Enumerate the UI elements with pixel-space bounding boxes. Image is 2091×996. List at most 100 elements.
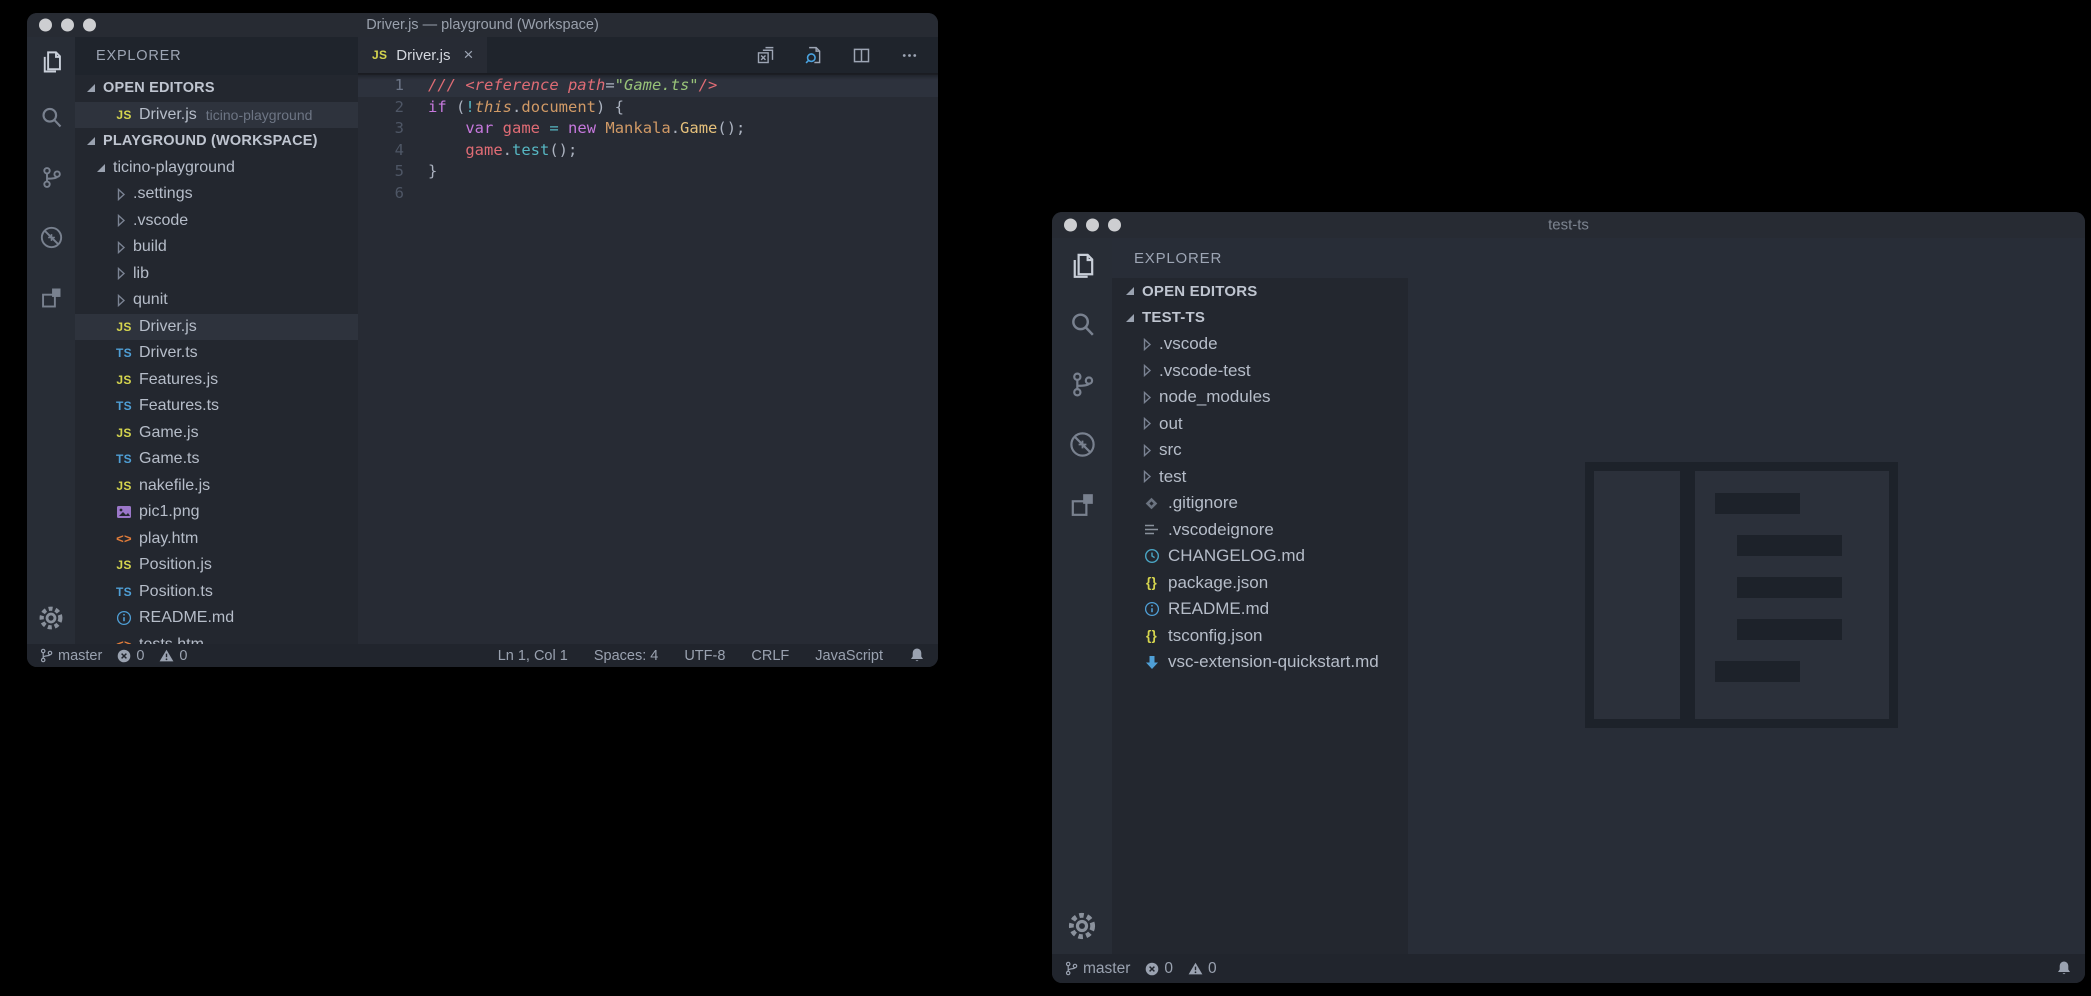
title-bar[interactable]: test-ts <box>1052 212 2085 238</box>
source-control-icon[interactable] <box>1052 354 1112 414</box>
status-ln-1-col-1[interactable]: Ln 1, Col 1 <box>498 648 568 664</box>
search-icon[interactable] <box>27 87 75 147</box>
tree-item-features-ts[interactable]: TSFeatures.ts <box>75 393 358 420</box>
tree-item-nakefile-js[interactable]: JSnakefile.js <box>75 473 358 500</box>
open-preview-search-icon[interactable] <box>803 45 824 66</box>
title-bar[interactable]: Driver.js — playground (Workspace) <box>27 13 938 37</box>
status-crlf[interactable]: CRLF <box>751 648 789 664</box>
tree-item-changelog-md[interactable]: CHANGELOG.md <box>1112 543 1408 570</box>
settings-gear-icon[interactable] <box>1052 910 1112 942</box>
line-number: 3 <box>358 118 404 140</box>
chevron-right-icon <box>1143 470 1152 483</box>
tree-item-features-js[interactable]: JSFeatures.js <box>75 367 358 394</box>
item-label: OPEN EDITORS <box>1142 283 1257 300</box>
status-error-segment[interactable]: 0 <box>117 648 144 664</box>
chevron-right-icon <box>1143 364 1152 377</box>
tree-item-game-ts[interactable]: TSGame.ts <box>75 446 358 473</box>
search-icon[interactable] <box>1052 294 1112 354</box>
quickstart-arrow-icon <box>1145 655 1159 670</box>
tree-item-node-modules[interactable]: node_modules <box>1112 384 1408 411</box>
tree-item-gitignore[interactable]: .gitignore <box>1112 490 1408 517</box>
tree-item-pic1-png[interactable]: pic1.png <box>75 499 358 526</box>
extensions-icon[interactable] <box>27 267 75 327</box>
tree-item-vscode-test[interactable]: .vscode-test <box>1112 358 1408 385</box>
item-label: out <box>1159 414 1183 434</box>
tree-item-qunit[interactable]: qunit <box>75 287 358 314</box>
debug-icon[interactable] <box>1052 414 1112 474</box>
tree-item-vsc-extension-quickstart-md[interactable]: vsc-extension-quickstart.md <box>1112 649 1408 676</box>
extensions-icon[interactable] <box>1052 474 1112 534</box>
tree-item-build[interactable]: build <box>75 234 358 261</box>
item-label: lib <box>133 265 149 283</box>
status-branch-segment[interactable]: master <box>1065 960 1130 978</box>
tree-item-readme-md[interactable]: README.md <box>75 605 358 632</box>
item-label: tests.htm <box>139 636 204 644</box>
status-error-segment[interactable]: 0 <box>1145 960 1173 978</box>
item-label: build <box>133 238 167 256</box>
tree-item-position-ts[interactable]: TSPosition.ts <box>75 579 358 606</box>
tree-item-test[interactable]: test <box>1112 464 1408 491</box>
tree-section-open-editors[interactable]: OPEN EDITORS <box>1112 278 1408 305</box>
item-label: Features.js <box>139 371 218 389</box>
status-left: master 00 <box>1065 960 1232 978</box>
tree-item-readme-md[interactable]: README.md <box>1112 596 1408 623</box>
tree-item-settings[interactable]: .settings <box>75 181 358 208</box>
status-branch-segment[interactable]: master <box>40 648 102 664</box>
tree-section-playground-workspace[interactable]: PLAYGROUND (WORKSPACE) <box>75 128 358 155</box>
settings-gear-icon[interactable] <box>27 604 75 632</box>
tree-item-ticino-playground[interactable]: ticino-playground <box>75 155 358 182</box>
item-label: .vscode-test <box>1159 361 1251 381</box>
item-label: OPEN EDITORS <box>103 80 215 96</box>
tree-item-package-json[interactable]: {}package.json <box>1112 570 1408 597</box>
close-tab-icon[interactable]: × <box>463 45 473 65</box>
js-file-icon: JS <box>116 426 131 440</box>
status-spaces-4[interactable]: Spaces: 4 <box>594 648 659 664</box>
status-label: 0 <box>179 648 187 664</box>
tree-item-src[interactable]: src <box>1112 437 1408 464</box>
status-utf-8[interactable]: UTF-8 <box>684 648 725 664</box>
tree-item-out[interactable]: out <box>1112 411 1408 438</box>
notifications-button[interactable] <box>2056 960 2072 977</box>
status-warning-segment[interactable]: 0 <box>159 648 187 664</box>
split-editor-icon[interactable] <box>851 45 872 66</box>
status-warning-segment[interactable]: 0 <box>1188 960 1217 978</box>
item-label: src <box>1159 440 1182 460</box>
git-branch-icon <box>1065 961 1078 976</box>
notifications-bell-icon <box>2056 960 2072 977</box>
tree-item-game-js[interactable]: JSGame.js <box>75 420 358 447</box>
chevron-expanded-icon <box>1126 287 1134 295</box>
tree-item-play-htm[interactable]: <>play.htm <box>75 526 358 553</box>
tree-item-tsconfig-json[interactable]: {}tsconfig.json <box>1112 623 1408 650</box>
tree-item-vscode[interactable]: .vscode <box>75 208 358 235</box>
status-right <box>2030 960 2072 977</box>
tree-section-open-editors[interactable]: OPEN EDITORS <box>75 75 358 102</box>
watermark-editor-panel <box>1695 471 1889 719</box>
tree-item-lib[interactable]: lib <box>75 261 358 288</box>
status-bar: master 00 <box>1052 954 2085 983</box>
explorer-icon[interactable] <box>1052 238 1112 294</box>
tab-driver-js[interactable]: JS Driver.js × <box>358 37 487 73</box>
tree-item-vscode[interactable]: .vscode <box>1112 331 1408 358</box>
status-javascript[interactable]: JavaScript <box>815 648 883 664</box>
source-control-icon[interactable] <box>27 147 75 207</box>
more-actions-icon[interactable] <box>899 45 920 66</box>
tree-item-vscodeignore[interactable]: .vscodeignore <box>1112 517 1408 544</box>
editor-actions <box>755 37 938 73</box>
tree-item-driver-js[interactable]: JSDriver.jsticino-playground <box>75 102 358 129</box>
explorer-sidebar: EXPLORER OPEN EDITORSTEST-TS.vscode.vsco… <box>1112 238 1408 954</box>
tree-item-tests-htm[interactable]: <>tests.htm <box>75 632 358 645</box>
tree-item-driver-js[interactable]: JSDriver.js <box>75 314 358 341</box>
explorer-icon[interactable] <box>27 37 75 87</box>
debug-icon[interactable] <box>27 207 75 267</box>
ts-file-icon: TS <box>116 399 132 413</box>
notifications-button[interactable] <box>909 647 925 664</box>
tree-section-test-ts[interactable]: TEST-TS <box>1112 305 1408 332</box>
item-label: Driver.js <box>139 318 197 336</box>
chevron-expanded-icon <box>1126 314 1134 322</box>
item-label: Driver.ts <box>139 344 198 362</box>
tree-item-position-js[interactable]: JSPosition.js <box>75 552 358 579</box>
close-all-editors-icon[interactable] <box>755 45 776 66</box>
tree-item-driver-ts[interactable]: TSDriver.ts <box>75 340 358 367</box>
empty-editor-area[interactable] <box>1408 238 2085 954</box>
code-editor[interactable]: 1/// <reference path="Game.ts"/>2if (!th… <box>358 73 938 644</box>
